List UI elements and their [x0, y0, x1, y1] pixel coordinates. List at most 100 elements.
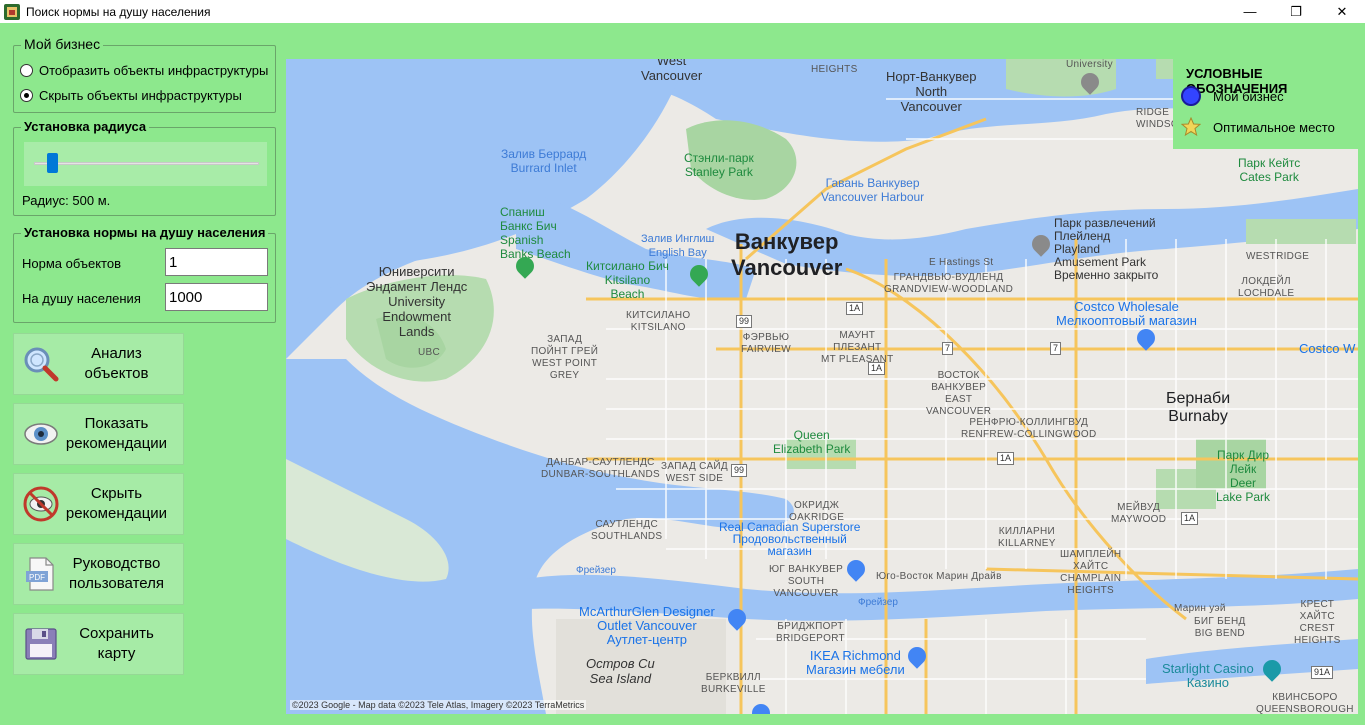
- radius-slider-thumb[interactable]: [46, 153, 58, 173]
- radio-show-circle[interactable]: [20, 64, 33, 77]
- highway-shield-7-b: 7: [1050, 342, 1062, 355]
- map-label-lochdale: ЛОКДЕЙЛ LOCHDALE: [1238, 276, 1295, 299]
- hide-recommendations-label: Скрыть рекомендации: [65, 485, 168, 522]
- eye-icon: [22, 415, 60, 453]
- map-label-grandview: ГРАНДВЬЮ-ВУДЛЕНД GRANDVIEW-WOODLAND: [884, 272, 1014, 295]
- map-label-superstore: Real Canadian Superstore Продовольственн…: [719, 520, 861, 558]
- map-label-cates: Парк Кейтс Cates Park: [1238, 156, 1301, 184]
- map-label-kitsilano: КИТСИЛАНО KITSILANO: [626, 310, 691, 333]
- map-label-south-vancouver: ЮГ ВАНКУВЕР SOUTH VANCOUVER: [769, 564, 844, 599]
- objects-label: Норма объектов: [22, 256, 122, 271]
- map-label-southlands: САУТЛЕНДС SOUTHLANDS: [591, 519, 663, 542]
- map-label-dunbar: ДАНБАР-САУТЛЕНДС DUNBAR-SOUTHLANDS: [541, 457, 661, 480]
- map-label-kitsilano-beach: Китсилано Бич Kitsilano Beach: [586, 259, 669, 301]
- map-label-east-vancouver: ВОСТОК ВАНКУВЕР EAST VANCOUVER: [926, 370, 992, 417]
- map-label-burkeville: БЕРКВИЛЛ BURKEVILLE: [701, 672, 766, 695]
- close-button[interactable]: ✕: [1319, 0, 1365, 23]
- save-map-button[interactable]: Сохранить карту: [13, 613, 184, 675]
- map-label-se-marine: Юго-Восток Марин Драйв: [876, 571, 1002, 582]
- map-label-spanish: Спаниш Банкс Бич Spanish Banks Beach: [500, 205, 571, 261]
- map-label-champlain: ШАМПЛЕЙН ХАЙТС CHAMPLAIN HEIGHTS: [1060, 549, 1122, 596]
- highway-shield-1a-d: 1A: [1181, 512, 1199, 525]
- analyze-objects-label: Анализ объектов: [84, 345, 149, 382]
- highway-shield-1a-c: 1A: [997, 452, 1015, 465]
- radio-hide-infrastructure[interactable]: Скрыть объекты инфраструктуры: [20, 88, 242, 103]
- map-label-harbour: Гавань Ванкувер Vancouver Harbour: [821, 176, 925, 204]
- map-label-deer-lake: Парк Дир Лейк Deer Lake Park: [1216, 448, 1271, 504]
- show-recommendations-button[interactable]: Показать рекомендации: [13, 403, 184, 465]
- radius-slider[interactable]: [24, 142, 267, 186]
- map-label-mt-pleasant: МАУНТ ПЛЕЗАНТ MT PLEASANT: [821, 330, 894, 365]
- user-guide-button[interactable]: PDF Руководство пользователя: [13, 543, 184, 605]
- map-label-vancouver: Ванкувер Vancouver: [731, 229, 843, 280]
- map-label-ubc: UBC: [418, 347, 441, 358]
- map-label-playland: Парк развлечений Плейленд Playland Amuse…: [1054, 216, 1159, 282]
- map-label-fairview: ФЭРВЬЮ FAIRVIEW: [741, 332, 792, 355]
- highway-shield-91a: 91A: [1311, 666, 1334, 679]
- star-icon: [1180, 116, 1202, 137]
- window-controls: — ❐ ✕: [1227, 0, 1365, 23]
- map-label-mcarthur: McArthurGlen Designer Outlet Vancouver А…: [579, 604, 715, 647]
- population-input[interactable]: 1000: [165, 283, 268, 311]
- map-label-burrard: Залив Беррард Burrard Inlet: [501, 147, 587, 175]
- highway-shield-99-mid: 99: [731, 464, 748, 477]
- norm-title: Установка нормы на душу населения: [21, 225, 269, 240]
- hide-recommendations-button[interactable]: Скрыть рекомендации: [13, 473, 184, 535]
- minimize-button[interactable]: —: [1227, 0, 1273, 23]
- radio-show-infrastructure[interactable]: Отобразить объекты инфраструктуры: [20, 63, 268, 78]
- objects-input[interactable]: 1: [165, 248, 268, 276]
- my-business-group: Мой бизнес Отобразить объекты инфраструк…: [13, 36, 276, 113]
- radio-hide-circle[interactable]: [20, 89, 33, 102]
- radio-show-label: Отобразить объекты инфраструктуры: [39, 63, 269, 78]
- legend-item-optimal: Оптимальное место: [1180, 116, 1335, 137]
- save-map-label: Сохранить карту: [79, 625, 154, 662]
- map-label-westridge: WESTRIDGE: [1246, 251, 1310, 262]
- analyze-objects-button[interactable]: Анализ объектов: [13, 333, 184, 395]
- radius-group: Установка радиуса Радиус: 500 м.: [13, 119, 276, 216]
- map-label-queen-elizabeth: Queen Elizabeth Park: [773, 428, 851, 456]
- map-label-heights: HEIGHTS: [811, 64, 858, 75]
- legend-panel: УСЛОВНЫЕ ОБОЗНАЧЕНИЯ Мой бизнес Оптималь…: [1173, 59, 1365, 149]
- eye-crossed-icon: [22, 485, 60, 523]
- my-business-title: Мой бизнес: [21, 36, 104, 52]
- map-label-crest-heights: КРЕСТ ХАЙТС CREST HEIGHTS: [1294, 599, 1341, 646]
- svg-text:PDF: PDF: [29, 573, 45, 582]
- map-label-maywood: МЕЙВУД MAYWOOD: [1111, 502, 1167, 525]
- map-label-bridgeport: БРИДЖПОРТ BRIDGEPORT: [776, 621, 845, 644]
- map-label-stanley: Стэнли-парк Stanley Park: [684, 151, 754, 179]
- highway-shield-1a-b: 1A: [868, 362, 886, 375]
- radio-hide-label: Скрыть объекты инфраструктуры: [39, 88, 242, 103]
- map-label-big-bend: БИГ БЕНД BIG BEND: [1194, 616, 1246, 639]
- map-label-north-vancouver: Норт-Ванкувер North Vancouver: [886, 69, 977, 114]
- map-label-costco-w: Costco W: [1299, 341, 1356, 356]
- map-label-university: University: [1066, 59, 1113, 70]
- highway-shield-1a-a: 1A: [846, 302, 864, 315]
- app-icon: [4, 3, 20, 20]
- restore-button[interactable]: ❐: [1273, 0, 1319, 23]
- radius-slider-track: [34, 162, 259, 165]
- map-label-renfrew: РЕНФРЮ-КОЛЛИНГВУД RENFREW-COLLINGWOOD: [961, 417, 1097, 440]
- map-label-sea-island: Остров Си Sea Island: [586, 656, 655, 686]
- map-label-fraser: Фрейзер: [576, 565, 616, 576]
- map-label-starlight: Starlight Casino Казино: [1162, 661, 1254, 690]
- map-label-ubc-univ: Юниверсити Эндамент Лендс University End…: [366, 264, 468, 339]
- window-title: Поиск нормы на душу населения: [26, 4, 211, 19]
- map-label-costco: Costco Wholesale Мелкооптовый магазин: [1056, 299, 1197, 328]
- map-label-fraser-2: Фрейзер: [858, 597, 898, 608]
- norm-group: Установка нормы на душу населения Норма …: [13, 225, 276, 323]
- legend-optimal-label: Оптимальное место: [1213, 119, 1335, 135]
- map-label-killarney: КИЛЛАРНИ KILLARNEY: [998, 526, 1056, 549]
- title-bar: Поиск нормы на душу населения — ❐ ✕: [0, 0, 1365, 23]
- magnifier-icon: [22, 345, 60, 383]
- legend-item-my-business: Мой бизнес: [1181, 86, 1284, 106]
- population-label: На душу населения: [22, 291, 141, 306]
- map-label-english: Залив Инглиш English Bay: [641, 233, 715, 259]
- map-label-ikea: IKEA Richmond Магазин мебели: [806, 648, 905, 677]
- map-view[interactable]: West Vancouver HEIGHTS Норт-Ванкувер Nor…: [286, 59, 1358, 714]
- user-guide-label: Руководство пользователя: [69, 555, 164, 592]
- business-circle-icon: [1181, 86, 1201, 106]
- radius-value: Радиус: 500 м.: [22, 193, 111, 208]
- floppy-icon: [22, 625, 60, 663]
- map-label-west-side: ЗАПАД САЙД WEST SIDE: [661, 461, 728, 484]
- radius-title: Установка радиуса: [21, 119, 150, 134]
